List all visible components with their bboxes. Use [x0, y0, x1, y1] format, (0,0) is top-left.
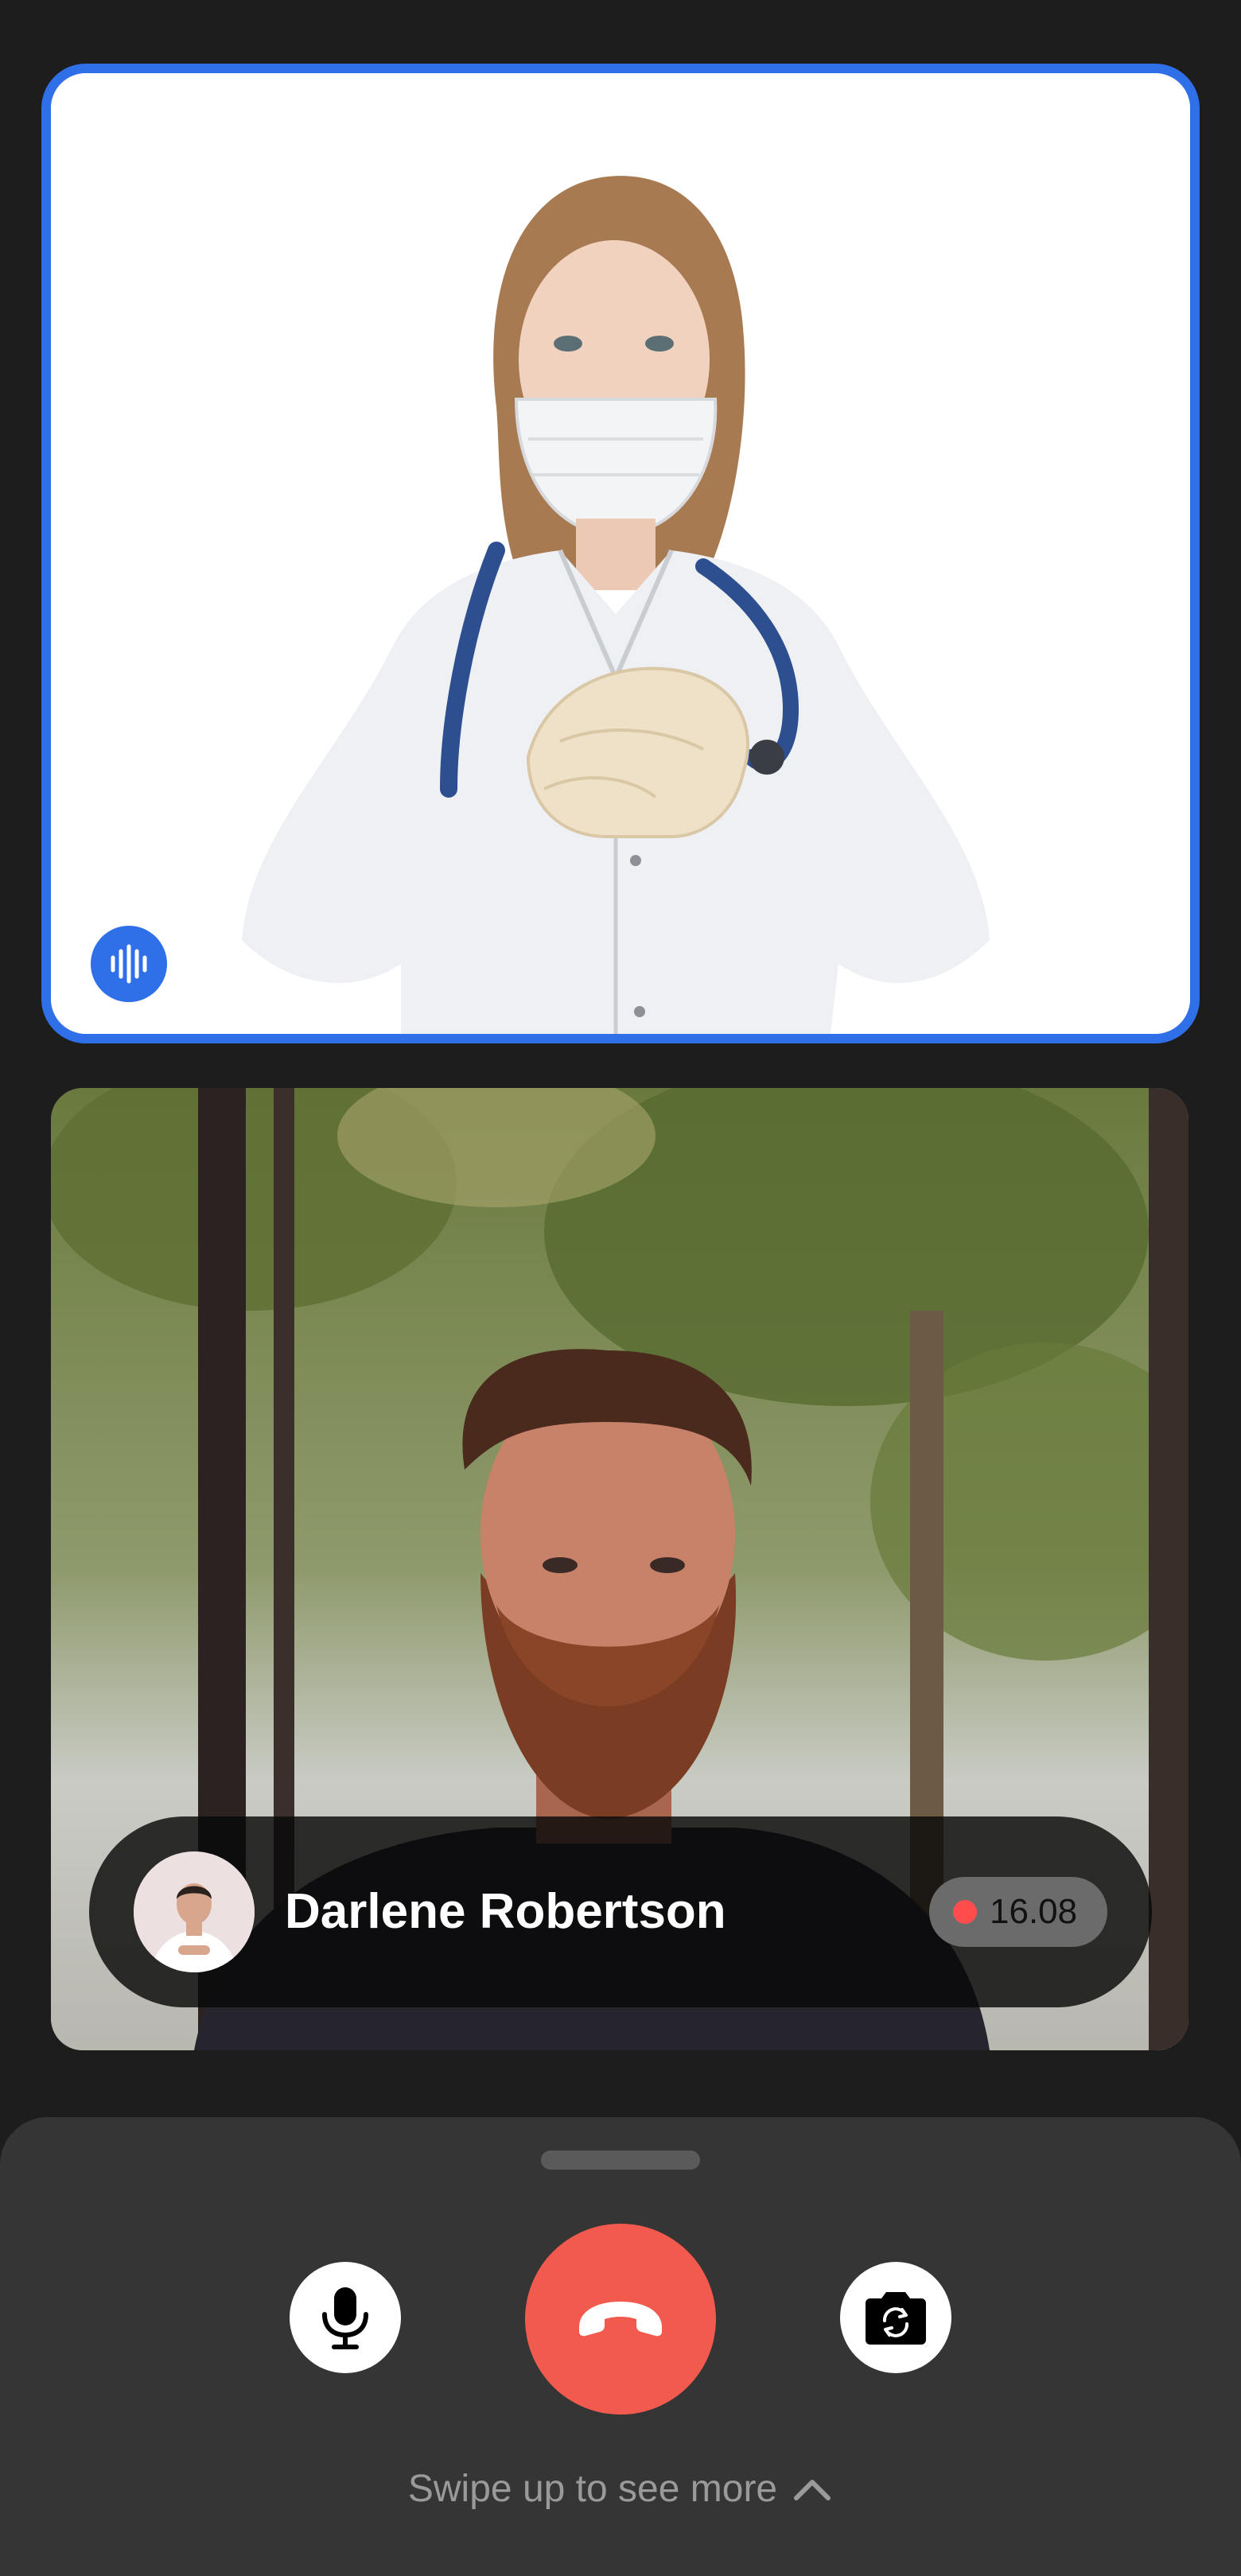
call-duration-badge: 16.08	[929, 1877, 1107, 1947]
phone-hangup-icon	[579, 2302, 662, 2337]
camera-switch-icon	[866, 2292, 926, 2345]
swipe-hint-text: Swipe up to see more	[407, 2468, 778, 2510]
caller-avatar[interactable]	[134, 1851, 255, 1972]
recording-dot-icon	[953, 1900, 977, 1924]
mute-microphone-button[interactable]	[290, 2262, 401, 2373]
chevron-up-icon	[794, 2479, 831, 2500]
call-duration: 16.08	[990, 1892, 1078, 1931]
caller-info-bar: Darlene Robertson 16.08	[89, 1816, 1152, 2007]
call-controls-sheet[interactable]: Swipe up to see more	[0, 2117, 1241, 2576]
end-call-button[interactable]	[525, 2224, 716, 2415]
sheet-drag-handle[interactable]	[541, 2151, 700, 2170]
microphone-icon	[322, 2287, 368, 2349]
caller-name: Darlene Robertson	[285, 1884, 726, 1939]
audio-waveform-icon	[91, 926, 167, 1002]
swipe-up-hint[interactable]: Swipe up to see more	[0, 2467, 1241, 2511]
switch-camera-button[interactable]	[840, 2262, 951, 2373]
remote-participant-video-tile[interactable]: Darlene Robertson 16.08	[51, 1088, 1188, 2050]
active-speaker-video-tile[interactable]	[41, 64, 1200, 1043]
doctor-video-feed	[51, 73, 1190, 1034]
